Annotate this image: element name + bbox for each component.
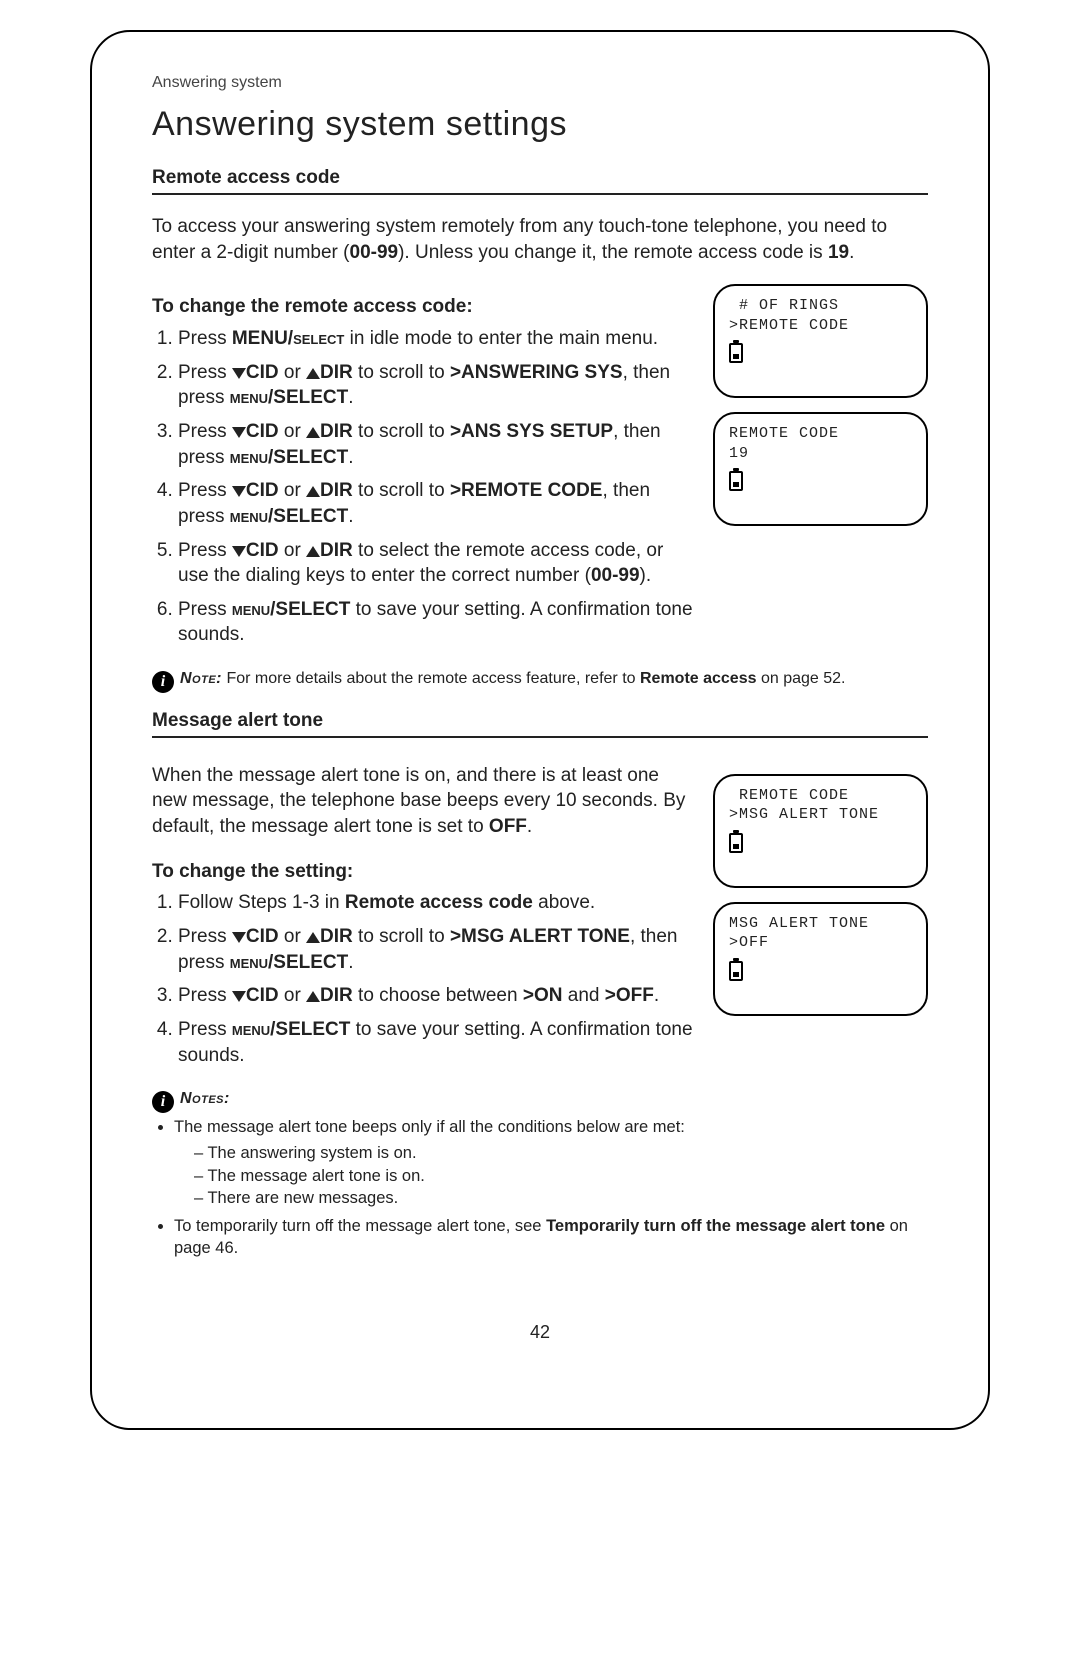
note-dash: The answering system is on. [194,1142,928,1164]
arrow-up-icon [306,991,320,1002]
info-icon: i [152,1091,174,1113]
manual-page: Answering system Answering system settin… [90,30,990,1430]
msg-alert-notes: The message alert tone beeps only if all… [152,1116,928,1260]
lcd-screen-msg-alert-menu: REMOTE CODE >MSG ALERT TONE [713,774,928,888]
info-icon: i [152,671,174,693]
arrow-down-icon [232,991,246,1002]
page-title: Answering system settings [152,102,928,148]
arrow-down-icon [232,368,246,379]
remote-access-intro: To access your answering system remotely… [152,214,928,265]
arrow-down-icon [232,546,246,557]
page-number: 42 [152,1320,928,1344]
arrow-down-icon [232,486,246,497]
step-4: Press CID or DIR to scroll to >REMOTE CO… [178,478,693,529]
lcd-screen-rings-remote: # OF RINGS >REMOTE CODE [713,284,928,398]
battery-icon [729,961,743,981]
section-remote-access-head: Remote access code [152,165,928,195]
arrow-up-icon [306,368,320,379]
step-2: Press CID or DIR to scroll to >MSG ALERT… [178,924,693,975]
battery-icon [729,833,743,853]
arrow-down-icon [232,427,246,438]
note-bullet-1: The message alert tone beeps only if all… [174,1116,928,1209]
section-msg-alert-head: Message alert tone [152,708,928,738]
note-bullet-2: To temporarily turn off the message aler… [174,1215,928,1260]
step-6: Press menu/SELECT to save your setting. … [178,597,693,648]
battery-icon [729,471,743,491]
msg-alert-notes-head: i Notes: [152,1088,928,1110]
breadcrumb: Answering system [152,72,928,94]
step-1: Press MENU/select in idle mode to enter … [178,326,693,352]
remote-access-subhead: To change the remote access code: [152,294,693,320]
step-2: Press CID or DIR to scroll to >ANSWERING… [178,360,693,411]
arrow-down-icon [232,932,246,943]
step-5: Press CID or DIR to select the remote ac… [178,538,693,589]
msg-alert-subhead: To change the setting: [152,859,693,885]
arrow-up-icon [306,486,320,497]
remote-access-steps: Press MENU/select in idle mode to enter … [152,326,693,648]
arrow-up-icon [306,546,320,557]
arrow-up-icon [306,427,320,438]
note-dash: There are new messages. [194,1187,928,1209]
step-1: Follow Steps 1-3 in Remote access code a… [178,890,693,916]
step-3: Press CID or DIR to choose between >ON a… [178,983,693,1009]
battery-icon [729,343,743,363]
lcd-screen-remote-code: REMOTE CODE 19 [713,412,928,526]
remote-access-note: i Note: For more details about the remot… [152,668,928,690]
lcd-screen-msg-alert-off: MSG ALERT TONE >OFF [713,902,928,1016]
note-dash: The message alert tone is on. [194,1165,928,1187]
step-3: Press CID or DIR to scroll to >ANS SYS S… [178,419,693,470]
step-4: Press menu/SELECT to save your setting. … [178,1017,693,1068]
msg-alert-steps: Follow Steps 1-3 in Remote access code a… [152,890,693,1068]
arrow-up-icon [306,932,320,943]
msg-alert-intro: When the message alert tone is on, and t… [152,763,693,840]
